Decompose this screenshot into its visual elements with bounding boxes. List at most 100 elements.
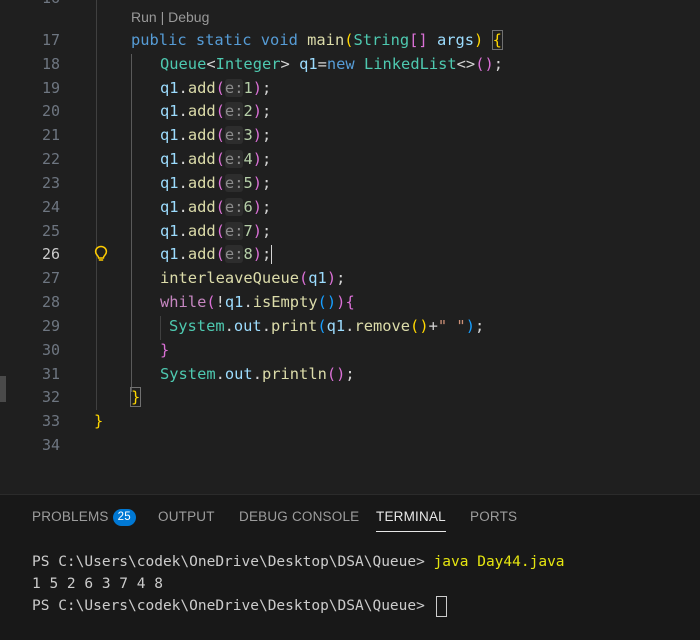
code-token: .: [178, 150, 188, 168]
code-token: out: [224, 365, 253, 383]
inlay-hint: e:: [224, 198, 244, 216]
code-token: q1: [160, 222, 179, 240]
code-line-32[interactable]: }: [129, 385, 142, 409]
code-token: .: [215, 365, 225, 383]
code-line-21[interactable]: q1.add(e:3);: [160, 123, 271, 147]
code-token: add: [187, 150, 216, 168]
terminal-prompt: PS C:\Users\codek\OneDrive\Desktop\DSA\Q…: [32, 598, 434, 614]
code-token: ): [252, 79, 263, 97]
code-token: 7: [243, 222, 253, 240]
tab-problems-label: PROBLEMS: [32, 509, 109, 524]
line-number: 19: [41, 79, 60, 97]
code-line-26[interactable]: q1.add(e:8);: [160, 242, 273, 266]
code-token: q1: [160, 174, 179, 192]
code-token: ;: [493, 55, 504, 73]
code-token: args: [436, 31, 475, 49]
code-token: }: [129, 387, 142, 407]
code-token: .: [178, 126, 188, 144]
code-line-18[interactable]: Queue<Integer> q1=new LinkedList<>();: [160, 52, 503, 76]
line-number: 29: [41, 317, 60, 335]
line-number: 24: [41, 198, 60, 216]
line-number: 20: [41, 102, 60, 120]
tab-terminal[interactable]: TERMINAL: [376, 509, 446, 532]
bottom-panel: PROBLEMS 25 OUTPUT DEBUG CONSOLE TERMINAL…: [0, 494, 700, 640]
code-token: <: [206, 55, 216, 73]
code-token: .: [178, 174, 188, 192]
code-line-27[interactable]: interleaveQueue(q1);: [160, 266, 345, 290]
code-token: Queue: [160, 55, 207, 73]
code-token: ;: [262, 102, 272, 120]
code-line-20[interactable]: q1.add(e:2);: [160, 99, 271, 123]
code-token: while: [160, 293, 207, 311]
line-number: 21: [41, 126, 60, 144]
code-token: ): [326, 269, 337, 287]
code-token: add: [187, 222, 216, 240]
code-token: .: [178, 79, 188, 97]
code-token: ;: [262, 245, 272, 263]
code-token: ;: [262, 150, 272, 168]
code-token: q1: [160, 102, 179, 120]
code-line-19[interactable]: q1.add(e:1);: [160, 76, 271, 100]
scrollbar-marker[interactable]: [0, 376, 6, 402]
code-token: .: [224, 317, 234, 335]
code-token: .: [178, 198, 188, 216]
code-token: add: [187, 245, 216, 263]
tab-problems[interactable]: PROBLEMS 25: [32, 509, 136, 526]
code-token: (: [215, 126, 225, 144]
code-token: (): [317, 293, 337, 311]
codelens-run-debug[interactable]: Run | Debug: [131, 9, 209, 25]
code-token: LinkedList: [363, 55, 457, 73]
code-token: (): [475, 55, 494, 73]
code-token: public: [131, 31, 187, 49]
code-token: ): [474, 31, 484, 49]
code-line-22[interactable]: q1.add(e:4);: [160, 147, 271, 171]
code-token: .: [261, 317, 271, 335]
code-line-31[interactable]: System.out.println();: [160, 362, 355, 386]
code-token: ): [252, 174, 263, 192]
code-token: (: [215, 102, 225, 120]
code-token: ;: [474, 317, 485, 335]
code-token: Integer: [215, 55, 281, 73]
code-token: String: [353, 31, 410, 49]
code-line-23[interactable]: q1.add(e:5);: [160, 171, 271, 195]
code-token: print: [270, 317, 318, 335]
terminal-line: PS C:\Users\codek\OneDrive\Desktop\DSA\Q…: [32, 551, 565, 573]
indent-guide-while: [160, 316, 161, 340]
code-token: add: [187, 102, 216, 120]
code-token: q1: [160, 79, 179, 97]
code-token: (: [215, 174, 225, 192]
code-line-29[interactable]: System.out.print(q1.remove()+" ");: [169, 314, 484, 338]
code-token: new: [326, 55, 355, 73]
code-line-30[interactable]: }: [160, 338, 169, 362]
code-token: ): [252, 198, 263, 216]
line-number: 17: [41, 31, 60, 49]
code-token: q1: [326, 317, 346, 335]
code-line-25[interactable]: q1.add(e:7);: [160, 219, 271, 243]
tab-output[interactable]: OUTPUT: [158, 509, 215, 524]
code-token: (: [299, 269, 309, 287]
code-token: ;: [262, 126, 272, 144]
inlay-hint: e:: [224, 126, 244, 144]
code-token: !: [215, 293, 225, 311]
code-line-24[interactable]: q1.add(e:6);: [160, 195, 271, 219]
code-token: (: [215, 198, 225, 216]
code-token: static: [195, 31, 252, 49]
code-token: 5: [243, 174, 253, 192]
code-token: ;: [262, 198, 272, 216]
code-token: 4: [243, 150, 253, 168]
code-line-17[interactable]: public static void main(String[] args) {: [131, 28, 503, 52]
lightbulb-icon[interactable]: [94, 245, 108, 267]
code-token: +: [428, 317, 438, 335]
code-token: (: [215, 245, 225, 263]
code-token: q1: [160, 126, 179, 144]
code-token: 8: [243, 245, 253, 263]
code-token: println: [261, 365, 327, 383]
code-line-28[interactable]: while(!q1.isEmpty()){: [160, 290, 355, 314]
code-token: 3: [243, 126, 253, 144]
tab-ports[interactable]: PORTS: [470, 509, 517, 524]
code-token: =: [317, 55, 327, 73]
code-token: (: [206, 293, 216, 311]
code-line-33[interactable]: }: [94, 409, 103, 433]
tab-debug-console[interactable]: DEBUG CONSOLE: [239, 509, 359, 524]
code-editor[interactable]: Run | Debug 16 17 18 19 20 21 22 23 24 2…: [0, 0, 700, 470]
